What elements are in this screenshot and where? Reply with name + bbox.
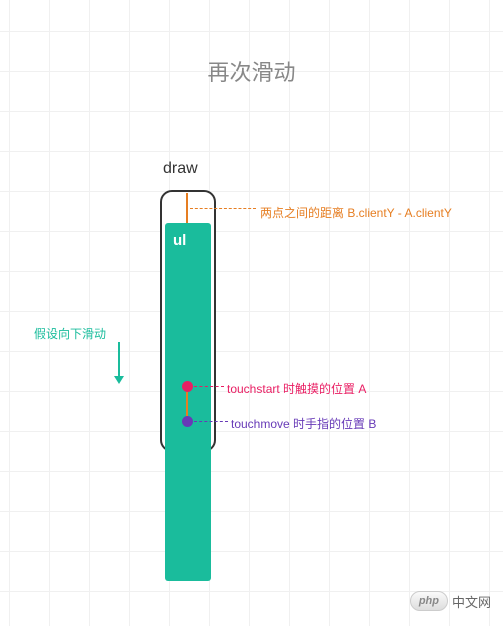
touchstart-point-icon	[182, 381, 193, 392]
touchmove-annotation: touchmove 时手指的位置 B	[231, 415, 376, 432]
distance-indicator-line	[186, 193, 188, 223]
watermark: php 中文网	[410, 591, 491, 611]
scroll-arrow-icon	[118, 342, 120, 382]
watermark-badge: php	[410, 591, 448, 611]
point-b-leader-line	[194, 421, 228, 422]
distance-annotation: 两点之间的距离 B.clientY - A.clientY	[260, 204, 452, 221]
background-grid	[0, 0, 503, 626]
point-a-leader-line	[194, 386, 224, 387]
draw-label: draw	[163, 160, 198, 178]
ab-connector-line	[186, 392, 188, 416]
diagram-title: 再次滑动	[0, 55, 503, 87]
distance-leader-line	[190, 208, 256, 209]
ul-label: ul	[173, 232, 186, 249]
ul-element-box	[165, 223, 211, 581]
touchmove-point-icon	[182, 416, 193, 427]
scroll-direction-hint: 假设向下滑动	[34, 325, 106, 342]
touchstart-annotation: touchstart 时触摸的位置 A	[227, 380, 366, 397]
watermark-text: 中文网	[452, 592, 491, 611]
